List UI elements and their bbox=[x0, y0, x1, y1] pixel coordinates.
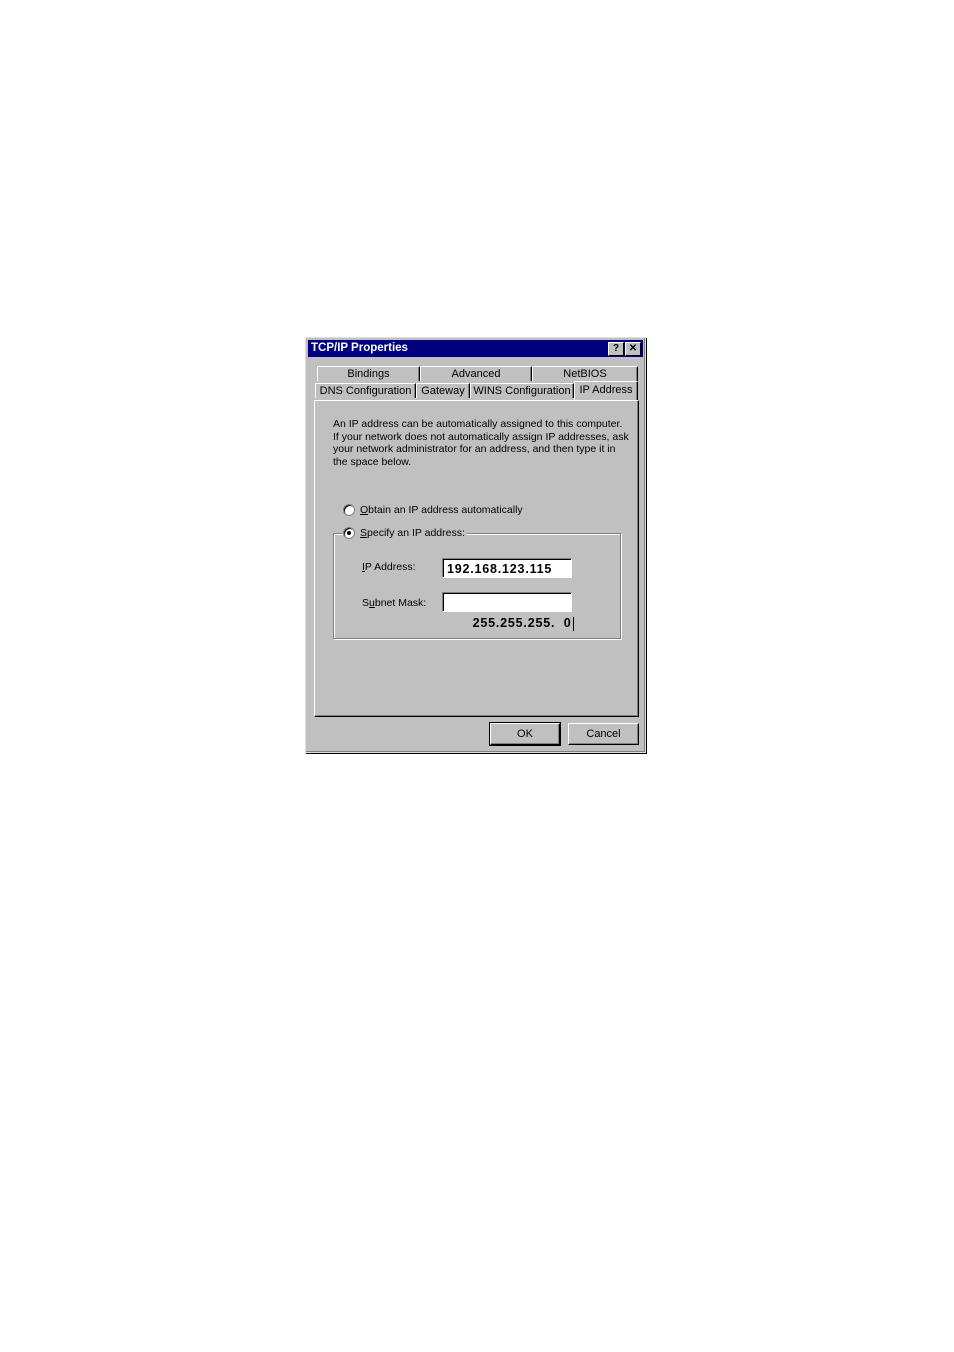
subnet-mask-input[interactable]: 255.255.255. 0 bbox=[442, 592, 574, 631]
tab-gateway[interactable]: Gateway bbox=[416, 383, 470, 398]
tcpip-properties-dialog: TCP/IP Properties ? ✕ Bindings Advanced … bbox=[305, 337, 646, 753]
description-line: An IP address can be automatically assig… bbox=[333, 418, 623, 430]
question-mark-icon: ? bbox=[612, 343, 620, 354]
ok-label: OK bbox=[517, 728, 533, 740]
dialog-title: TCP/IP Properties bbox=[311, 342, 408, 354]
tab-label: Advanced bbox=[451, 368, 501, 380]
specify-ip-label: Specify an IP address: bbox=[360, 527, 465, 539]
tab-label: NetBIOS bbox=[563, 368, 607, 380]
label-pre: S bbox=[362, 597, 370, 609]
tab-label: Gateway bbox=[421, 385, 465, 397]
description-line: the space below. bbox=[333, 455, 412, 468]
ip-address-label: IP Address: bbox=[362, 561, 416, 573]
tab-dns-configuration[interactable]: DNS Configuration bbox=[315, 383, 416, 398]
specify-ip-radio[interactable] bbox=[343, 527, 355, 539]
cancel-label: Cancel bbox=[586, 728, 621, 740]
description-line: If your network does not automatically a… bbox=[333, 430, 629, 443]
description-text: An IP address can be automatically assig… bbox=[333, 418, 633, 468]
label-rest: btain an IP address automatically bbox=[368, 504, 523, 516]
ip-address-panel: An IP address can be automatically assig… bbox=[314, 400, 639, 717]
tab-ip-address[interactable]: IP Address bbox=[574, 381, 638, 400]
ok-button[interactable]: OK bbox=[489, 722, 561, 746]
tab-label: Bindings bbox=[347, 368, 390, 380]
close-icon: ✕ bbox=[628, 343, 638, 354]
label-rest: P Address: bbox=[364, 561, 416, 573]
cancel-button[interactable]: Cancel bbox=[568, 723, 639, 745]
tab-wins-configuration[interactable]: WINS Configuration bbox=[470, 383, 574, 398]
tab-netbios[interactable]: NetBIOS bbox=[532, 366, 638, 381]
label-rest: bnet Mask: bbox=[374, 597, 427, 609]
mnemonic: S bbox=[360, 527, 368, 539]
obtain-ip-label: Obtain an IP address automatically bbox=[360, 504, 523, 516]
close-button[interactable]: ✕ bbox=[625, 342, 641, 356]
subnet-mask-label: Subnet Mask: bbox=[362, 597, 426, 609]
subnet-mask-value: 255.255.255. 0 bbox=[472, 616, 572, 630]
tab-label: WINS Configuration bbox=[473, 385, 571, 397]
tab-bindings[interactable]: Bindings bbox=[317, 366, 420, 381]
description-line: your network administrator for an addres… bbox=[333, 443, 616, 455]
obtain-ip-automatically-option[interactable]: Obtain an IP address automatically bbox=[343, 504, 525, 516]
ip-address-value: 192.168.123.115 bbox=[447, 562, 553, 576]
title-bar: TCP/IP Properties ? ✕ bbox=[308, 340, 643, 357]
tab-advanced[interactable]: Advanced bbox=[420, 366, 532, 381]
label-rest: pecify an IP address: bbox=[367, 527, 465, 539]
tab-label: DNS Configuration bbox=[319, 385, 412, 397]
specify-ip-address-option[interactable]: Specify an IP address: bbox=[343, 527, 467, 539]
mnemonic: O bbox=[360, 504, 369, 516]
tab-label: IP Address bbox=[579, 384, 633, 396]
text-cursor bbox=[572, 616, 574, 631]
ip-address-input[interactable]: 192.168.123.115 bbox=[442, 558, 572, 578]
obtain-ip-radio[interactable] bbox=[343, 504, 355, 516]
help-button[interactable]: ? bbox=[608, 342, 624, 356]
